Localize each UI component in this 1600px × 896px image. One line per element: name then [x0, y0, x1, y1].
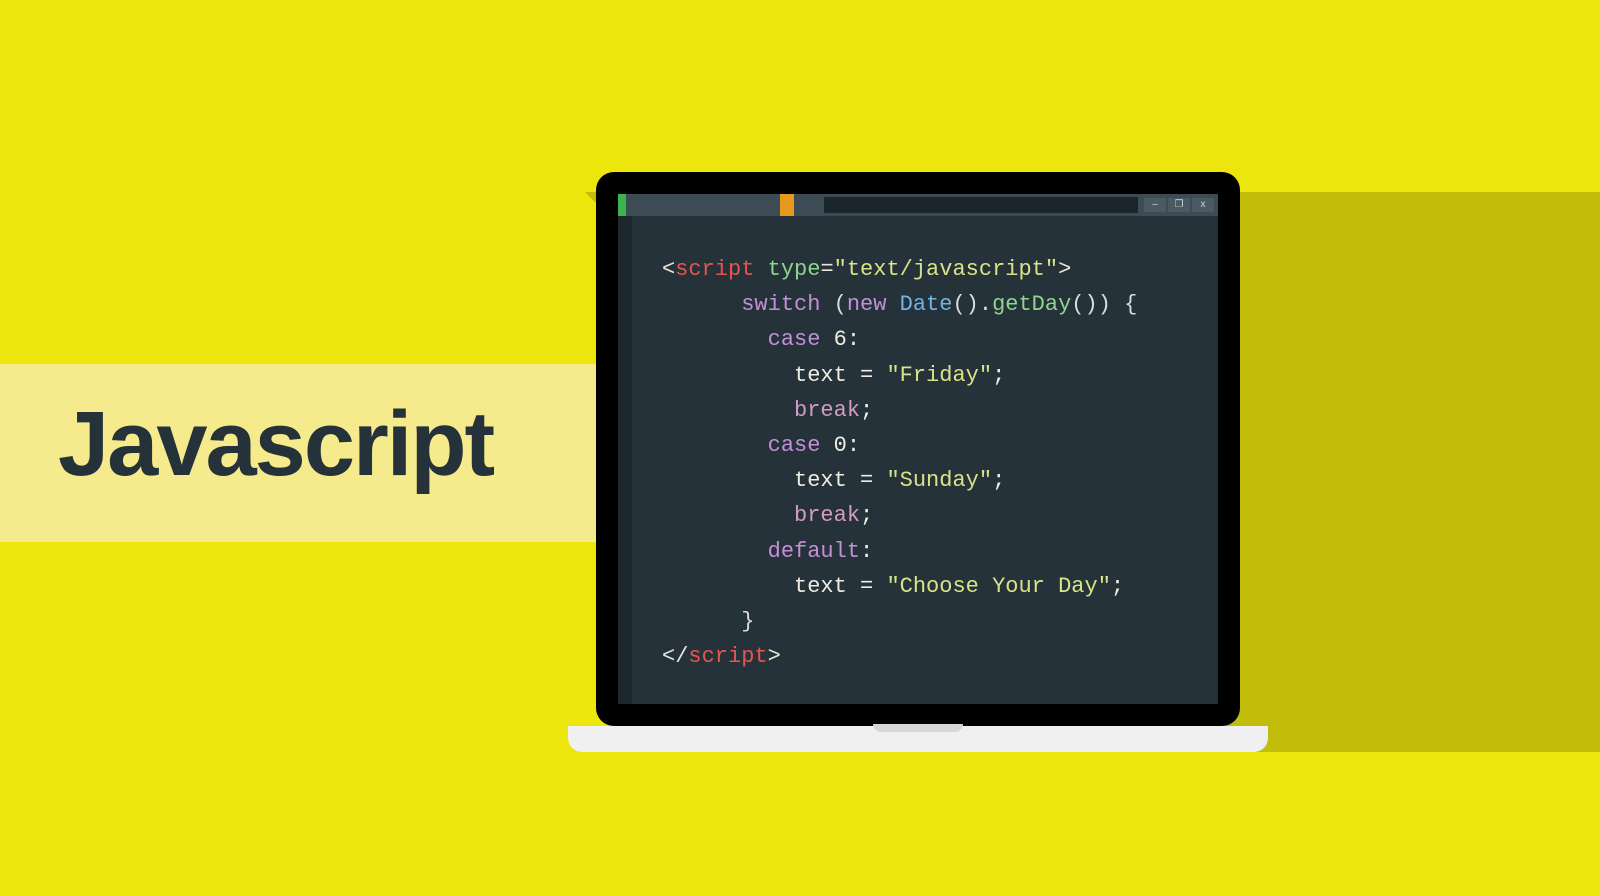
- maximize-button[interactable]: ❐: [1168, 198, 1190, 212]
- tok: "text/javascript": [834, 257, 1058, 282]
- tok: script: [688, 644, 767, 669]
- tok: =: [860, 363, 886, 388]
- tok: ;: [860, 398, 873, 423]
- tok: type: [754, 257, 820, 282]
- tok: (: [834, 292, 847, 317]
- laptop-notch: [873, 724, 963, 732]
- tok: break: [794, 398, 860, 423]
- tok: Date: [900, 292, 953, 317]
- tok: case: [768, 433, 834, 458]
- tok: switch: [741, 292, 833, 317]
- tok: </: [662, 644, 688, 669]
- tok: 6: [834, 327, 847, 352]
- editor-gutter: [618, 216, 632, 704]
- tok: ()) {: [1071, 292, 1137, 317]
- tok: :: [860, 539, 873, 564]
- window-controls: – ❐ x: [1144, 194, 1218, 216]
- tok: script: [675, 257, 754, 282]
- tok: text: [794, 468, 860, 493]
- tok: >: [768, 644, 781, 669]
- tok: ;: [860, 503, 873, 528]
- tab-indicator-orange: [780, 194, 794, 216]
- tok: new: [847, 292, 900, 317]
- tok: ;: [1111, 574, 1124, 599]
- tok: <: [662, 257, 675, 282]
- laptop-illustration: – ❐ x <script type="text/javascript"> sw…: [568, 172, 1268, 752]
- tok: default: [768, 539, 860, 564]
- page-title: Javascript: [58, 392, 493, 497]
- tok: text: [794, 363, 860, 388]
- code-area: <script type="text/javascript"> switch (…: [632, 216, 1218, 704]
- tok: "Sunday": [886, 468, 992, 493]
- address-bar: [824, 197, 1138, 213]
- tok: =: [860, 574, 886, 599]
- screen-bezel: – ❐ x <script type="text/javascript"> sw…: [596, 172, 1240, 726]
- editor-body: <script type="text/javascript"> switch (…: [618, 216, 1218, 704]
- tok: ;: [992, 363, 1005, 388]
- tok: 0: [834, 433, 847, 458]
- editor-tabbar: – ❐ x: [618, 194, 1218, 216]
- tok: break: [794, 503, 860, 528]
- tok: :: [847, 433, 860, 458]
- tok: =: [820, 257, 833, 282]
- close-button[interactable]: x: [1192, 198, 1214, 212]
- tok: :: [847, 327, 860, 352]
- tok: >: [1058, 257, 1071, 282]
- tok: ().: [952, 292, 992, 317]
- tab-indicator-green: [618, 194, 626, 216]
- illustration-stage: Javascript – ❐ x <script type="text/java: [0, 0, 1600, 896]
- tok: case: [768, 327, 834, 352]
- tok: ;: [992, 468, 1005, 493]
- tok: =: [860, 468, 886, 493]
- tok: "Choose Your Day": [886, 574, 1110, 599]
- tok: getDay: [992, 292, 1071, 317]
- minimize-button[interactable]: –: [1144, 198, 1166, 212]
- editor-screen: – ❐ x <script type="text/javascript"> sw…: [618, 194, 1218, 704]
- tok: }: [741, 609, 754, 634]
- tok: text: [794, 574, 860, 599]
- tok: "Friday": [886, 363, 992, 388]
